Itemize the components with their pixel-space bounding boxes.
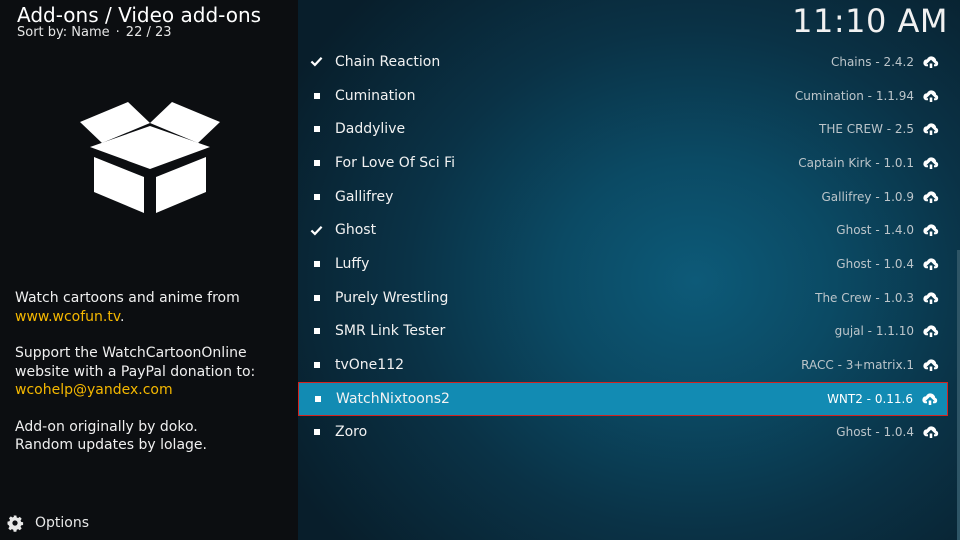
addon-row[interactable]: Gallifrey Gallifrey - 1.0.9 [298, 180, 948, 214]
addon-row[interactable]: Purely Wrestling The Crew - 1.0.3 [298, 281, 948, 315]
bullet-icon [298, 429, 335, 436]
addon-name: Luffy [335, 255, 370, 272]
addon-version: THE CREW - 2.5 [819, 122, 914, 137]
bullet-icon [299, 395, 336, 402]
bullet-icon [298, 294, 335, 301]
addon-name: Gallifrey [335, 188, 394, 205]
bullet-icon [298, 328, 335, 335]
cloud-download-icon [922, 54, 942, 70]
addon-description: Watch cartoons and anime from www.wcofun… [15, 289, 285, 473]
cloud-download-icon [922, 189, 942, 205]
sort-label[interactable]: Sort by: Name [17, 25, 110, 40]
check-icon [298, 56, 335, 67]
addon-row[interactable]: WatchNixtoons2 WNT2 - 0.11.6 [298, 381, 948, 416]
addon-version: Gallifrey - 1.0.9 [821, 189, 914, 204]
cloud-download-icon [922, 424, 942, 440]
addon-list: Chain Reaction Chains - 2.4.2 Cumination Cu… [298, 45, 948, 449]
addon-name: SMR Link Tester [335, 323, 446, 340]
gear-icon [7, 515, 24, 532]
link-suffix: . [120, 308, 125, 325]
addon-version: Ghost - 1.0.4 [836, 425, 914, 440]
addon-row[interactable]: Chain Reaction Chains - 2.4.2 [298, 45, 948, 79]
desc-line3: Add-on originally by doko. [15, 418, 198, 435]
bullet-icon [298, 362, 335, 369]
addon-version: Chains - 2.4.2 [830, 54, 914, 69]
addon-row[interactable]: Daddylive THE CREW - 2.5 [298, 112, 948, 146]
addon-row[interactable]: For Love Of Sci Fi Captain Kirk - 1.0.1 [298, 146, 948, 180]
addon-name: Ghost [335, 222, 377, 239]
addon-row[interactable]: Ghost Ghost - 1.4.0 [298, 213, 948, 247]
addon-name: Purely Wrestling [335, 289, 449, 306]
addon-version: Ghost - 1.0.4 [836, 256, 914, 271]
cloud-download-icon [922, 323, 942, 339]
item-position: 22 / 23 [125, 25, 172, 40]
addon-version: Cumination - 1.1.94 [794, 88, 914, 103]
addon-name: tvOne112 [335, 357, 405, 374]
addon-name: Daddylive [335, 121, 406, 138]
addon-version: Ghost - 1.4.0 [836, 223, 914, 238]
addon-row[interactable]: Cumination Cumination - 1.1.94 [298, 79, 948, 113]
addon-version: WNT2 - 0.11.6 [827, 391, 913, 406]
email-link: wcohelp@yandex.com [15, 382, 173, 398]
addon-row[interactable]: SMR Link Tester gujal - 1.1.10 [298, 315, 948, 349]
breadcrumb: Add-ons / Video add-ons [17, 3, 262, 27]
options-label: Options [35, 515, 90, 531]
open-box-icon [72, 95, 228, 217]
options-button[interactable]: Options [6, 513, 89, 533]
cloud-download-icon [922, 121, 942, 137]
check-icon [298, 225, 335, 236]
bullet-icon [298, 159, 335, 166]
addon-version: RACC - 3+matrix.1 [801, 358, 914, 373]
cloud-download-icon [922, 256, 942, 272]
addon-name: Zoro [335, 424, 368, 441]
addon-version: gujal - 1.1.10 [834, 324, 914, 339]
bullet-icon [298, 193, 335, 200]
addon-name: For Love Of Sci Fi [335, 154, 456, 171]
separator: · [115, 25, 120, 40]
addon-row[interactable]: Luffy Ghost - 1.0.4 [298, 247, 948, 281]
addon-version: Captain Kirk - 1.0.1 [798, 155, 914, 170]
cloud-download-icon [922, 155, 942, 171]
cloud-download-icon [922, 222, 942, 238]
addon-name: Chain Reaction [335, 53, 441, 70]
bullet-icon [298, 126, 335, 133]
addon-version: The Crew - 1.0.3 [815, 290, 914, 305]
bullet-icon [298, 92, 335, 99]
desc-line2: Support the WatchCartoonOnline website w… [15, 345, 256, 380]
cloud-download-icon [922, 88, 942, 104]
sort-info: Sort by: Name · 22 / 23 [17, 25, 172, 40]
addon-name: Cumination [335, 87, 416, 104]
desc-line1: Watch cartoons and anime from [15, 290, 240, 306]
desc-line4: Random updates by lolage. [15, 437, 207, 453]
addon-row[interactable]: Zoro Ghost - 1.0.4 [298, 416, 948, 450]
website-link: www.wcofun.tv [15, 308, 121, 325]
cloud-download-icon [921, 391, 941, 407]
clock: 11:10 AM [792, 2, 948, 40]
addon-name: WatchNixtoons2 [336, 390, 450, 407]
cloud-download-icon [922, 357, 942, 373]
bullet-icon [298, 260, 335, 267]
cloud-download-icon [922, 290, 942, 306]
addon-row[interactable]: tvOne112 RACC - 3+matrix.1 [298, 348, 948, 382]
